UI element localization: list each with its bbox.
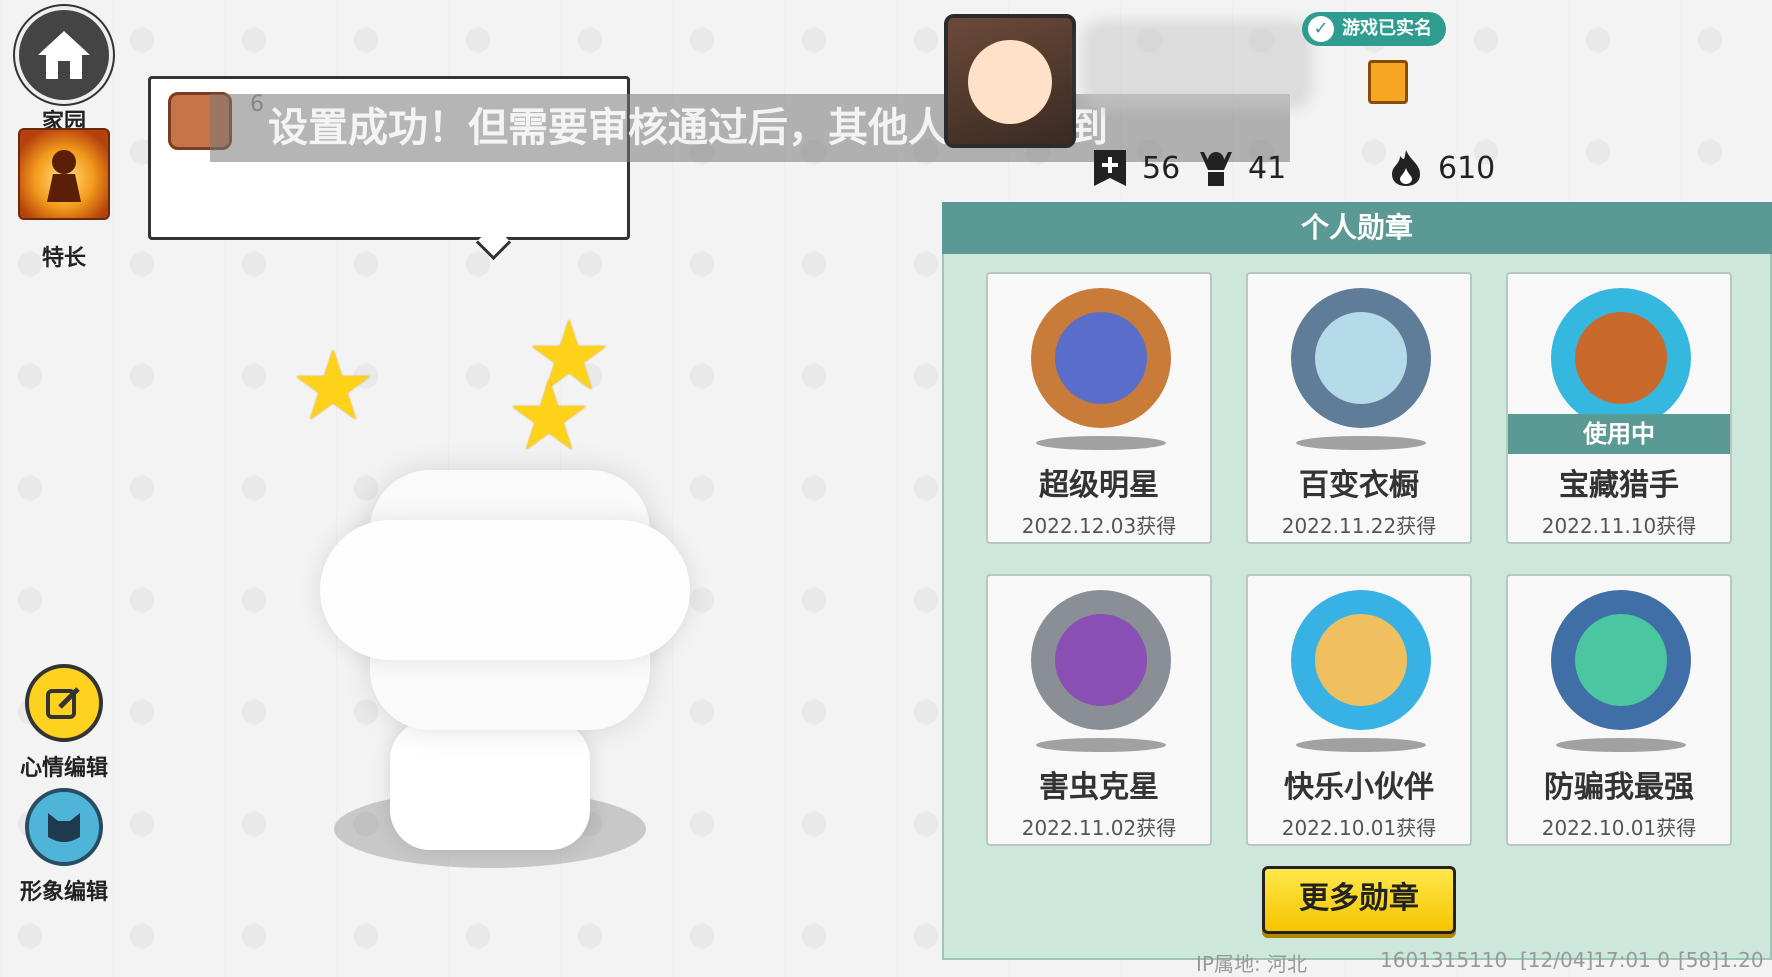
star-icon: ★ bbox=[506, 360, 593, 472]
medal-date: 2022.11.22获得 bbox=[1281, 514, 1437, 538]
notes-icon[interactable] bbox=[1368, 60, 1408, 104]
medal-date: 2022.11.10获得 bbox=[1541, 514, 1697, 538]
mood-edit-button[interactable]: 心情编辑 bbox=[14, 664, 114, 782]
medal-happy-buddy-icon bbox=[1291, 590, 1431, 730]
character-hat bbox=[320, 520, 690, 660]
timestamp: [12/04]17:01 0 bbox=[1520, 948, 1670, 972]
person-icon: ✓ bbox=[1308, 16, 1334, 42]
in-use-badge: 使用中 bbox=[1508, 414, 1730, 454]
friends-stat: 56 bbox=[1090, 146, 1180, 190]
trophy-person-icon bbox=[1196, 148, 1236, 188]
medal-name: 超级明星 bbox=[1039, 468, 1159, 503]
medal-name: 快乐小伙伴 bbox=[1284, 770, 1434, 805]
medal-shadow bbox=[1296, 738, 1426, 752]
version: [58]1.20 bbox=[1678, 948, 1764, 972]
medal-date: 2022.10.01获得 bbox=[1281, 816, 1437, 840]
edit-pencil-icon bbox=[25, 664, 103, 742]
medal-name: 百变衣橱 bbox=[1299, 468, 1419, 503]
medal-date: 2022.10.01获得 bbox=[1541, 816, 1697, 840]
mood-edit-label: 心情编辑 bbox=[19, 756, 108, 781]
medal-shadow bbox=[1036, 436, 1166, 450]
player-name-blurred bbox=[1082, 20, 1312, 110]
avatar[interactable] bbox=[944, 14, 1076, 148]
avatar-face bbox=[968, 40, 1052, 124]
verified-label: 游戏已实名 bbox=[1342, 18, 1432, 39]
medal-name: 宝藏猎手 bbox=[1559, 468, 1679, 503]
friends-count: 56 bbox=[1142, 150, 1181, 186]
character-icon bbox=[25, 788, 103, 866]
medal-date: 2022.11.02获得 bbox=[1021, 816, 1177, 840]
skill-button[interactable]: 特长 bbox=[14, 128, 114, 272]
medal-card[interactable]: 快乐小伙伴 2022.10.01获得 bbox=[1246, 574, 1472, 846]
medal-card[interactable]: 防骗我最强 2022.10.01获得 bbox=[1506, 574, 1732, 846]
image-edit-button[interactable]: 形象编辑 bbox=[14, 788, 114, 906]
medal-shadow bbox=[1296, 436, 1426, 450]
house-icon bbox=[15, 6, 113, 104]
medal-shadow bbox=[1556, 738, 1686, 752]
heat-count: 610 bbox=[1438, 150, 1496, 186]
medal-name: 害虫克星 bbox=[1039, 770, 1159, 805]
medal-wardrobe-icon bbox=[1291, 288, 1431, 428]
medal-date: 2022.12.03获得 bbox=[1021, 514, 1177, 538]
user-id: 1601315110 bbox=[1380, 948, 1508, 972]
character-legs bbox=[390, 720, 590, 850]
medal-shadow bbox=[1036, 738, 1166, 752]
medal-pest-buster-icon bbox=[1031, 590, 1171, 730]
followers-count: 41 bbox=[1248, 150, 1287, 186]
medal-card[interactable]: 超级明星 2022.12.03获得 bbox=[986, 272, 1212, 544]
flame-icon bbox=[1386, 148, 1426, 188]
medal-card[interactable]: 使用中 宝藏猎手 2022.11.10获得 bbox=[1506, 272, 1732, 544]
medal-card[interactable]: 害虫克星 2022.11.02获得 bbox=[986, 574, 1212, 846]
medals-title: 个人勋章 bbox=[942, 202, 1772, 254]
medal-name: 防骗我最强 bbox=[1544, 770, 1694, 805]
followers-stat: 41 bbox=[1196, 146, 1286, 190]
star-icon: ★ bbox=[290, 330, 377, 442]
verified-badge: ✓ 游戏已实名 bbox=[1302, 12, 1446, 46]
home-button[interactable]: 家园 bbox=[14, 6, 114, 136]
medal-anti-fraud-icon bbox=[1551, 590, 1691, 730]
medal-treasure-hunter-icon bbox=[1551, 288, 1691, 428]
medal-superstar-icon bbox=[1031, 288, 1171, 428]
ip-location: IP属地: 河北 bbox=[1196, 952, 1308, 976]
heat-stat: 610 bbox=[1386, 146, 1495, 190]
more-medals-button[interactable]: 更多勋章 bbox=[1262, 866, 1456, 934]
medal-card[interactable]: 百变衣橱 2022.11.22获得 bbox=[1246, 272, 1472, 544]
skill-label: 特长 bbox=[41, 246, 86, 271]
skill-icon bbox=[18, 128, 110, 220]
image-edit-label: 形象编辑 bbox=[19, 880, 108, 905]
bookmark-plus-icon bbox=[1090, 148, 1130, 188]
